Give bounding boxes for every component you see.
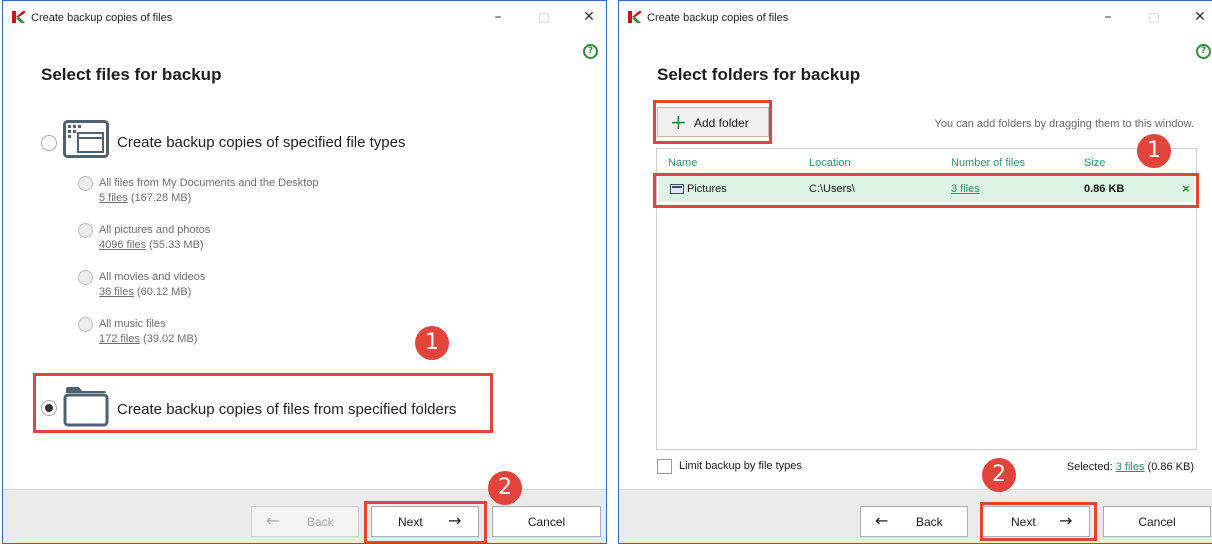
column-header-number-of-files[interactable]: Number of files xyxy=(951,157,1025,169)
file-types-radio[interactable] xyxy=(41,135,57,151)
window-title: Create backup copies of files xyxy=(31,12,173,24)
arrow-left-icon: ← xyxy=(875,511,889,530)
kaspersky-logo-icon xyxy=(12,11,25,23)
arrow-left-icon: ← xyxy=(266,511,280,530)
sub-option-info: 4096 files (55.33 MB) xyxy=(99,239,204,251)
cancel-label: Cancel xyxy=(1138,515,1176,529)
documents-radio[interactable] xyxy=(78,176,93,191)
files-count-link[interactable]: 4096 files xyxy=(99,239,146,251)
maximize-button[interactable]: □ xyxy=(533,7,555,27)
back-label: Back xyxy=(916,515,943,529)
highlight-box xyxy=(364,501,487,543)
page-title: Select files for backup xyxy=(41,65,222,84)
kaspersky-logo-icon xyxy=(628,11,641,23)
pictures-radio[interactable] xyxy=(78,223,93,238)
close-button[interactable]: ✕ xyxy=(578,7,600,27)
highlight-box xyxy=(653,100,772,144)
files-count-link[interactable]: 36 files xyxy=(99,286,134,298)
files-size: (60.12 MB) xyxy=(136,286,192,298)
highlight-box xyxy=(33,373,493,433)
column-header-size[interactable]: Size xyxy=(1084,157,1105,169)
sub-option-pictures: All pictures and photos 4096 files (55.3… xyxy=(78,223,378,263)
column-header-location[interactable]: Location xyxy=(809,157,851,169)
sub-option-music: All music files 172 files (39.02 MB) xyxy=(78,317,378,357)
back-button[interactable]: ← Back xyxy=(860,506,968,537)
title-bar: Create backup copies of files – □ ✕ xyxy=(619,1,1212,33)
sub-option-info: 5 files (167.28 MB) xyxy=(99,192,191,204)
back-label: Back xyxy=(307,515,334,529)
backup-wizard-window-folders: Create backup copies of files – □ ✕ ? Se… xyxy=(618,0,1212,544)
limit-by-types-checkbox[interactable] xyxy=(657,459,672,474)
step-badge-1: 1 xyxy=(415,326,449,360)
file-types-option-label[interactable]: Create backup copies of specified file t… xyxy=(117,134,406,151)
limit-by-types-label[interactable]: Limit backup by file types xyxy=(679,460,802,472)
music-radio[interactable] xyxy=(78,317,93,332)
backup-wizard-window-files: Create backup copies of files – □ ✕ ? Se… xyxy=(2,0,607,544)
cancel-label: Cancel xyxy=(527,515,566,529)
sub-option-label: All pictures and photos xyxy=(99,224,211,236)
window-title: Create backup copies of files xyxy=(647,12,789,24)
files-size: (55.33 MB) xyxy=(149,239,204,251)
highlight-box xyxy=(980,502,1097,541)
selected-prefix: Selected: xyxy=(1066,461,1113,473)
title-bar: Create backup copies of files – □ ✕ xyxy=(3,1,606,33)
step-badge-2: 2 xyxy=(982,458,1016,492)
minimize-button[interactable]: – xyxy=(487,7,509,27)
step-badge-2: 2 xyxy=(488,471,522,505)
selected-size: (0.86 KB) xyxy=(1147,461,1194,473)
help-icon[interactable]: ? xyxy=(583,44,598,59)
maximize-button[interactable]: □ xyxy=(1143,7,1165,27)
column-header-name[interactable]: Name xyxy=(668,157,697,169)
sub-option-movies: All movies and videos 36 files (60.12 MB… xyxy=(78,270,378,310)
footer-bar: ← Back Next → Cancel xyxy=(619,489,1212,543)
cancel-button[interactable]: Cancel xyxy=(492,506,601,537)
files-count-link[interactable]: 5 files xyxy=(99,192,128,204)
movies-radio[interactable] xyxy=(78,270,93,285)
page-title: Select folders for backup xyxy=(657,65,861,84)
drag-hint: You can add folders by dragging them to … xyxy=(934,118,1194,130)
close-button[interactable]: ✕ xyxy=(1189,7,1211,27)
back-button[interactable]: ← Back xyxy=(251,506,359,537)
sub-option-label: All files from My Documents and the Desk… xyxy=(99,177,319,189)
file-types-window-icon xyxy=(63,120,109,158)
sub-option-label: All movies and videos xyxy=(99,271,206,283)
minimize-button[interactable]: – xyxy=(1097,7,1119,27)
step-badge-1: 1 xyxy=(1137,134,1171,168)
sub-option-info: 172 files (39.02 MB) xyxy=(99,333,197,345)
sub-option-info: 36 files (60.12 MB) xyxy=(99,286,191,298)
highlight-box xyxy=(653,173,1199,208)
sub-option-label: All music files xyxy=(99,318,166,330)
help-icon[interactable]: ? xyxy=(1196,44,1211,59)
sub-option-documents: All files from My Documents and the Desk… xyxy=(78,176,378,216)
cancel-button[interactable]: Cancel xyxy=(1103,506,1211,537)
selected-summary: Selected: 3 files (0.86 KB) xyxy=(1067,461,1194,473)
selected-files-link[interactable]: 3 files xyxy=(1116,461,1145,473)
files-size: (39.02 MB) xyxy=(143,333,198,345)
files-size: (167.28 MB) xyxy=(130,192,192,204)
files-count-link[interactable]: 172 files xyxy=(99,333,140,345)
